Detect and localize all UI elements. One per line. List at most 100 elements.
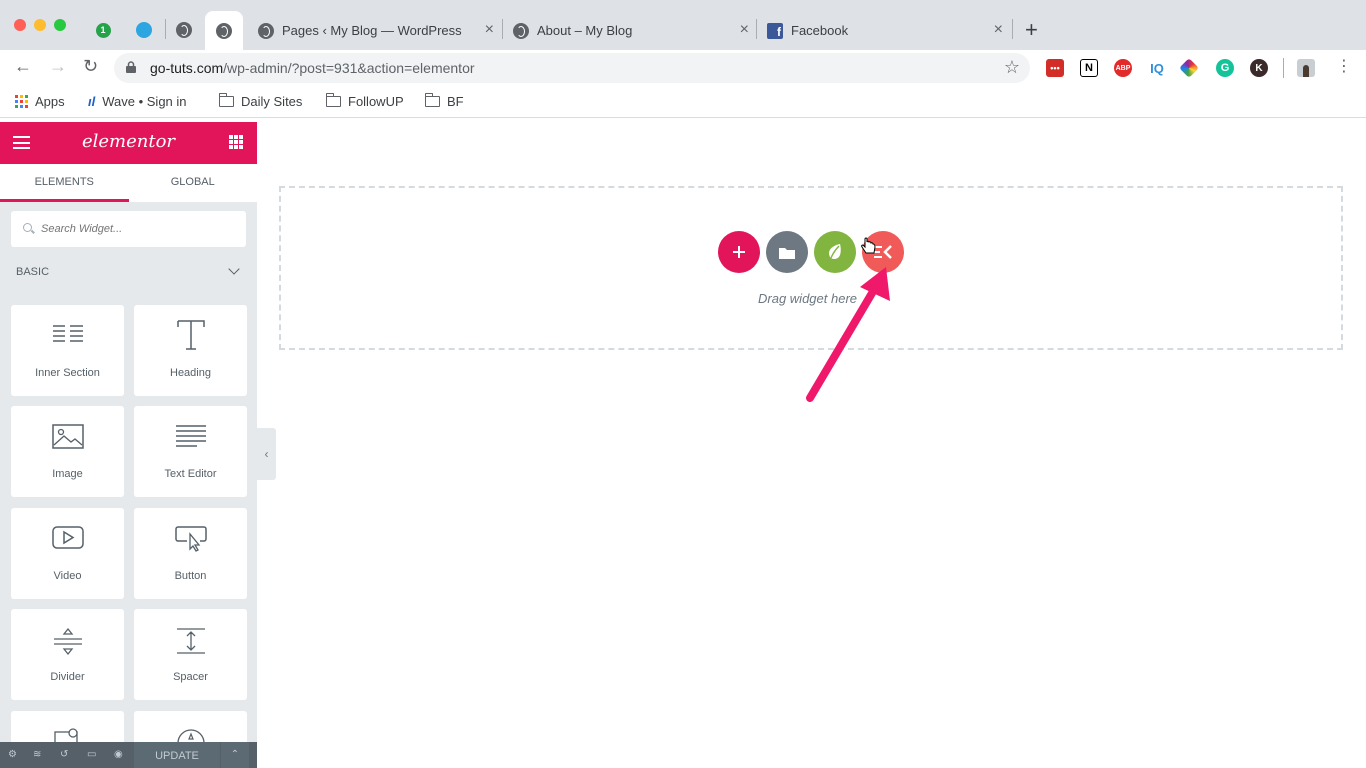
forward-button[interactable]: → [49, 56, 67, 77]
reload-button[interactable]: ↻ [83, 56, 98, 77]
address-bar[interactable]: go-tuts.com/wp-admin/?post=931&action=el… [114, 53, 1030, 83]
hand-cursor-icon [861, 237, 876, 254]
inner-section-icon [52, 325, 83, 342]
bookmark-label: FollowUP [348, 94, 404, 109]
widget-button[interactable]: Button [134, 508, 247, 599]
tab-global[interactable]: GLOBAL [129, 164, 258, 202]
elementor-panel: elementor ELEMENTS GLOBAL BASIC Inner Se… [0, 122, 257, 768]
widget-inner-section[interactable]: Inner Section [11, 305, 124, 396]
widget-label: Divider [50, 671, 85, 683]
map-icon [53, 728, 78, 743]
widgets-grid-icon[interactable] [229, 135, 243, 149]
widget-label: Image [52, 468, 83, 480]
wave-icon: ıl [88, 94, 96, 109]
url-host: go-tuts.com [150, 60, 224, 76]
bookmark-apps[interactable]: Apps [15, 94, 65, 109]
zoom-window-button[interactable] [54, 19, 66, 31]
folder-icon [424, 93, 440, 107]
widget-video[interactable]: Video [11, 508, 124, 599]
bookmark-bf[interactable]: BF [424, 93, 464, 109]
extension-adblock-icon[interactable]: ABP [1114, 59, 1132, 77]
lock-icon [126, 61, 136, 73]
globe-icon [513, 22, 529, 39]
close-window-button[interactable] [14, 19, 26, 31]
close-tab-icon[interactable]: × [485, 21, 494, 39]
pinned-tab-3[interactable] [165, 13, 203, 47]
bookmark-label: Apps [35, 94, 65, 109]
extension-lastpass-icon[interactable]: ••• [1046, 59, 1064, 77]
pinned-tab-telegram[interactable] [125, 13, 163, 47]
bookmark-daily-sites[interactable]: Daily Sites [218, 93, 302, 109]
widget-text-editor[interactable]: Text Editor [134, 406, 247, 497]
elementor-logo: elementor [81, 131, 176, 152]
back-button[interactable]: ← [14, 56, 32, 77]
panel-footer: ⚙ ≋ ↺ ▭ ◉ UPDATE ⌃ [0, 742, 257, 768]
widget-heading[interactable]: Heading [134, 305, 247, 396]
telegram-icon [136, 22, 152, 38]
bookmarks-bar: Apps ıl Wave • Sign in Daily Sites Follo… [0, 86, 1366, 118]
history-icon[interactable]: ↺ [60, 750, 70, 760]
minimize-window-button[interactable] [34, 19, 46, 31]
extension-color-icon[interactable] [1179, 58, 1199, 78]
video-icon [51, 526, 84, 549]
apps-grid-icon [15, 95, 28, 108]
divider-icon [53, 627, 82, 656]
extension-k-icon[interactable]: K [1250, 59, 1268, 77]
bookmark-star-icon[interactable]: ☆ [1004, 57, 1020, 78]
panel-collapse-toggle[interactable]: ‹ [257, 428, 276, 480]
spacer-icon [176, 628, 205, 654]
star-icon [176, 729, 205, 743]
bookmark-wave[interactable]: ıl Wave • Sign in [88, 94, 187, 109]
url-text: go-tuts.com/wp-admin/?post=931&action=el… [150, 60, 475, 76]
panel-tabs: ELEMENTS GLOBAL [0, 164, 257, 202]
pinned-tab-active[interactable] [205, 11, 243, 50]
button-icon [174, 526, 207, 552]
widget-label: Heading [170, 367, 211, 379]
tab-elements[interactable]: ELEMENTS [0, 164, 129, 202]
tab-wordpress-pages[interactable]: Pages ‹ My Blog — WordPress × [248, 11, 500, 50]
add-new-section-button[interactable] [718, 231, 760, 273]
close-tab-icon[interactable]: × [994, 21, 1003, 39]
tab-facebook[interactable]: f Facebook × [757, 11, 1009, 50]
url-path: /wp-admin/?post=931&action=elementor [223, 60, 475, 76]
extension-notion-icon[interactable]: N [1080, 59, 1098, 77]
widget-divider[interactable]: Divider [11, 609, 124, 700]
widget-spacer[interactable]: Spacer [134, 609, 247, 700]
bookmark-label: Wave • Sign in [102, 94, 187, 109]
tab-title: Facebook [791, 23, 849, 38]
globe-icon [216, 22, 232, 39]
chevron-down-icon[interactable] [228, 263, 240, 275]
widget-label: Text Editor [164, 468, 217, 480]
profile-avatar[interactable] [1297, 59, 1315, 77]
update-options-chevron-icon[interactable]: ⌃ [221, 742, 249, 768]
extension-iq-icon[interactable]: IQ [1148, 59, 1166, 77]
facebook-icon: f [767, 22, 783, 39]
search-widget-box [11, 211, 246, 247]
new-tab-button[interactable]: + [1025, 17, 1038, 43]
responsive-mode-icon[interactable]: ▭ [87, 750, 97, 760]
counter-app-icon: 1 [95, 22, 111, 38]
folder-icon [218, 93, 234, 107]
widget-image[interactable]: Image [11, 406, 124, 497]
browser-menu-icon[interactable]: ⋮ [1336, 56, 1352, 76]
browser-tabbar: 1 Pages ‹ My Blog — WordPress × About – … [0, 0, 1366, 50]
search-widget-input[interactable] [41, 211, 241, 247]
category-title: BASIC [16, 266, 50, 278]
annotation-arrow-icon [806, 267, 890, 402]
avatar-figure-icon [1303, 65, 1309, 77]
pinned-tab-1[interactable]: 1 [84, 13, 122, 47]
panel-header: elementor [0, 122, 257, 164]
preview-eye-icon[interactable]: ◉ [114, 750, 124, 760]
globe-icon [176, 22, 192, 38]
tab-about[interactable]: About – My Blog × [503, 11, 755, 50]
extension-grammarly-icon[interactable]: G [1216, 59, 1234, 77]
update-button[interactable]: UPDATE [134, 742, 220, 768]
settings-gear-icon[interactable]: ⚙ [8, 750, 18, 760]
navigator-layers-icon[interactable]: ≋ [33, 750, 43, 760]
tab-separator [1012, 19, 1013, 39]
search-icon [23, 223, 32, 232]
close-tab-icon[interactable]: × [740, 21, 749, 39]
widget-label: Spacer [173, 671, 208, 683]
bookmark-followup[interactable]: FollowUP [325, 93, 404, 109]
text-editor-icon [175, 425, 206, 447]
